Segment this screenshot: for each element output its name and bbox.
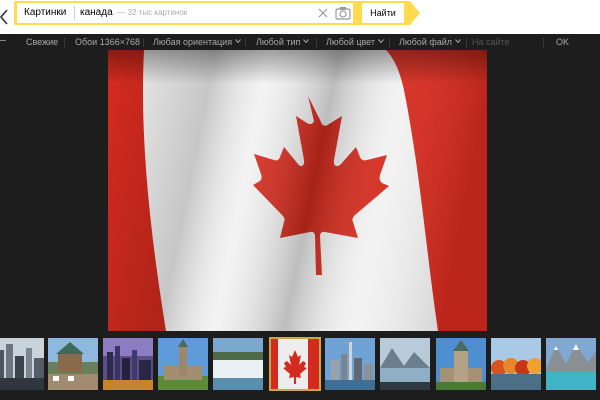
top-search-bar: Картинки канада — 32 тыс картинок Найти [0, 0, 600, 34]
filter-divider [543, 38, 544, 47]
filter-type[interactable]: Любой тип [256, 34, 310, 50]
filter-divider [245, 38, 246, 47]
thumbnail[interactable] [213, 338, 263, 390]
chevron-down-icon [303, 39, 310, 44]
search-box[interactable]: Картинки канада — 32 тыс картинок [17, 3, 353, 23]
thumbnail[interactable] [380, 338, 430, 390]
canada-flag-thumbnail-icon [270, 338, 320, 390]
thumbnail-selected[interactable] [269, 337, 321, 391]
back-arrow-icon[interactable] [0, 8, 10, 26]
camera-icon[interactable] [335, 6, 351, 20]
filter-fresh[interactable]: Свежие [26, 34, 58, 50]
city-skyline-thumbnail-icon [0, 338, 44, 390]
canada-flag-image[interactable] [108, 50, 487, 331]
old-quebec-thumbnail-icon [48, 338, 98, 390]
city-night-thumbnail-icon [103, 338, 153, 390]
filter-left-mark [0, 40, 6, 41]
filter-color[interactable]: Любой цвет [326, 34, 384, 50]
clear-icon[interactable] [317, 7, 329, 19]
toronto-skyline-thumbnail-icon [325, 338, 375, 390]
filter-divider [316, 38, 317, 47]
parliament-hill-thumbnail-icon [158, 338, 208, 390]
service-label[interactable]: Картинки [17, 3, 74, 23]
service-separator [74, 6, 75, 20]
thumbnail[interactable] [436, 338, 486, 390]
thumbnail[interactable] [325, 338, 375, 390]
result-count: — 32 тыс картинок [117, 8, 188, 17]
filter-file-label: Любой файл [399, 37, 453, 47]
filter-type-label: Любой тип [256, 37, 301, 47]
search-input[interactable]: канада — 32 тыс картинок [80, 3, 187, 23]
thumbnail[interactable] [48, 338, 98, 390]
thumbnail[interactable] [546, 338, 596, 390]
parliament-tower-thumbnail-icon [436, 338, 486, 390]
search-query[interactable]: канада [80, 7, 113, 18]
thumbnail[interactable] [0, 338, 44, 390]
filter-site[interactable]: На сайте [472, 34, 510, 50]
filter-divider [466, 38, 467, 47]
filter-orientation[interactable]: Любая ориентация [153, 34, 241, 50]
waterfall-thumbnail-icon [213, 338, 263, 390]
chevron-down-icon [455, 39, 461, 44]
find-button[interactable]: Найти [362, 3, 404, 23]
thumbnail[interactable] [491, 338, 541, 390]
rocky-mountains-thumbnail-icon [546, 338, 596, 390]
mountain-lake-thumbnail-icon [380, 338, 430, 390]
thumbnail[interactable] [103, 338, 153, 390]
filter-color-label: Любой цвет [326, 37, 376, 47]
thumbnail[interactable] [158, 338, 208, 390]
chevron-down-icon [378, 39, 384, 44]
filter-bar: Свежие Обои 1366×768 Любая ориентация Лю… [0, 34, 600, 50]
filter-divider [64, 38, 65, 47]
thumbnail-strip [0, 336, 600, 400]
filter-wallpaper[interactable]: Обои 1366×768 [75, 34, 140, 50]
chevron-down-icon [235, 39, 241, 44]
filter-orientation-label: Любая ориентация [153, 37, 233, 47]
filter-ok-button[interactable]: OK [556, 34, 569, 50]
filter-file[interactable]: Любой файл [399, 34, 461, 50]
filter-divider [389, 38, 390, 47]
filter-divider [143, 38, 144, 47]
autumn-trees-thumbnail-icon [491, 338, 541, 390]
image-viewer [0, 50, 600, 336]
